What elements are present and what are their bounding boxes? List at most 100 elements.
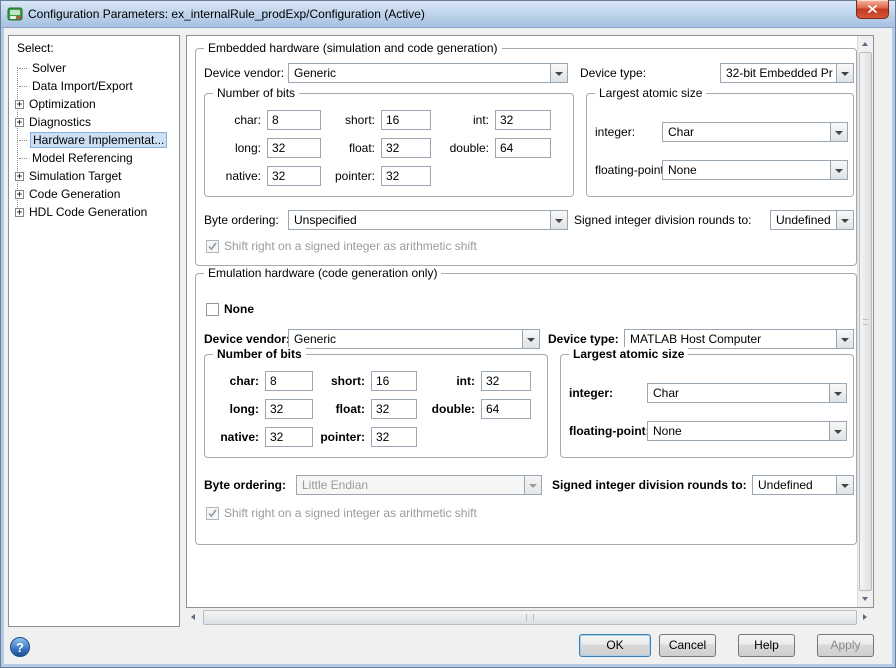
embedded-largest-atomic-title: Largest atomic size <box>595 86 707 100</box>
embedded-floating-point-atomic-label: floating-point: <box>595 163 668 177</box>
chevron-down-icon <box>550 64 567 82</box>
embedded-native-bits-input[interactable] <box>267 166 321 186</box>
embedded-floating-point-atomic-value: None <box>668 163 697 177</box>
embedded-signed-division-value: Undefined <box>776 213 831 227</box>
context-help-button[interactable]: ? <box>10 637 30 657</box>
emulation-byte-ordering-select: Little Endian <box>296 475 542 495</box>
int-bits-label: int: <box>456 374 475 388</box>
scroll-up-button[interactable] <box>858 36 873 52</box>
emulation-device-vendor-select[interactable]: Generic <box>288 329 540 349</box>
pointer-bits-label: pointer: <box>334 169 375 183</box>
close-button[interactable] <box>856 0 889 19</box>
embedded-long-bits-input[interactable] <box>267 138 321 158</box>
emulation-hardware-group-title: Emulation hardware (code generation only… <box>204 266 442 280</box>
embedded-signed-division-select[interactable]: Undefined <box>770 210 854 230</box>
select-tree-panel: Select: Solver Data Import/Export Optimi… <box>8 35 180 627</box>
emulation-int-bits-input[interactable] <box>481 371 531 391</box>
scroll-left-button[interactable] <box>186 610 203 625</box>
emulation-none-checkbox[interactable]: None <box>206 302 254 316</box>
sidebar-item-model-referencing[interactable]: Model Referencing <box>11 149 179 167</box>
cancel-button[interactable]: Cancel <box>659 634 716 657</box>
emulation-signed-division-select[interactable]: Undefined <box>752 475 854 495</box>
embedded-pointer-bits-input[interactable] <box>381 166 431 186</box>
sidebar-item-hdl-code-generation[interactable]: HDL Code Generation <box>11 203 179 221</box>
vertical-scrollbar[interactable] <box>857 36 873 607</box>
sidebar-item-diagnostics[interactable]: Diagnostics <box>11 113 179 131</box>
emulation-float-bits-input[interactable] <box>371 399 417 419</box>
embedded-shift-right-label: Shift right on a signed integer as arith… <box>224 239 477 253</box>
emulation-char-bits-input[interactable] <box>265 371 313 391</box>
emulation-shift-right-label: Shift right on a signed integer as arith… <box>224 506 477 520</box>
short-bits-label: short: <box>331 374 365 388</box>
embedded-device-type-select[interactable]: 32-bit Embedded Pr <box>720 63 854 83</box>
emulation-device-vendor-value: Generic <box>294 332 337 346</box>
expand-plus-icon[interactable] <box>15 171 24 182</box>
float-bits-label: float: <box>348 141 375 155</box>
char-bits-label: char: <box>234 113 261 127</box>
emulation-largest-atomic-group: Largest atomic size integer: Char floati… <box>560 347 854 458</box>
sidebar-item-label: Simulation Target <box>29 169 122 183</box>
expand-plus-icon[interactable] <box>15 99 24 110</box>
emulation-short-bits-input[interactable] <box>371 371 417 391</box>
embedded-number-of-bits-title: Number of bits <box>213 86 300 100</box>
sidebar-item-label: Hardware Implementat... <box>30 132 168 148</box>
scroll-down-button[interactable] <box>858 591 873 607</box>
apply-button: Apply <box>817 634 874 657</box>
emulation-signed-division-label: Signed integer division rounds to: <box>552 478 747 492</box>
native-bits-label: native: <box>220 430 259 444</box>
embedded-byte-ordering-select[interactable]: Unspecified <box>288 210 568 230</box>
sidebar-item-simulation-target[interactable]: Simulation Target <box>11 167 179 185</box>
chevron-down-icon <box>830 161 847 179</box>
emulation-byte-ordering-value: Little Endian <box>302 478 369 492</box>
embedded-short-bits-input[interactable] <box>381 110 431 130</box>
emulation-integer-atomic-value: Char <box>653 386 680 400</box>
tree-branch-icon <box>19 67 27 69</box>
scroll-right-button[interactable] <box>857 610 874 625</box>
select-label: Select: <box>17 41 54 55</box>
ok-button[interactable]: OK <box>579 634 651 657</box>
vertical-scrollbar-thumb[interactable] <box>859 52 872 591</box>
arrow-up-icon <box>862 42 868 46</box>
emulation-integer-atomic-select[interactable]: Char <box>647 383 847 403</box>
emulation-floating-point-atomic-select[interactable]: None <box>647 421 847 441</box>
embedded-double-bits-input[interactable] <box>495 138 551 158</box>
sidebar-item-code-generation[interactable]: Code Generation <box>11 185 179 203</box>
emulation-long-bits-input[interactable] <box>265 399 313 419</box>
chevron-down-icon <box>522 330 539 348</box>
sidebar-item-label: Solver <box>32 61 67 75</box>
horizontal-scrollbar-thumb[interactable] <box>203 610 857 625</box>
expand-plus-icon[interactable] <box>15 117 24 128</box>
emulation-native-bits-input[interactable] <box>265 427 313 447</box>
emulation-pointer-bits-input[interactable] <box>371 427 417 447</box>
embedded-signed-division-label: Signed integer division rounds to: <box>574 213 752 227</box>
chevron-down-icon <box>829 384 846 402</box>
int-bits-label: int: <box>472 113 489 127</box>
expand-plus-icon[interactable] <box>15 189 24 200</box>
horizontal-scrollbar[interactable] <box>186 609 874 626</box>
chevron-down-icon <box>836 211 853 229</box>
chevron-down-icon <box>836 64 853 82</box>
window-title: Configuration Parameters: ex_internalRul… <box>28 7 425 21</box>
emulation-device-vendor-label: Device vendor: <box>204 332 291 346</box>
embedded-floating-point-atomic-select[interactable]: None <box>662 160 848 180</box>
arrow-right-icon <box>863 614 867 620</box>
embedded-float-bits-input[interactable] <box>381 138 431 158</box>
sidebar-item-optimization[interactable]: Optimization <box>11 95 179 113</box>
help-button[interactable]: Help <box>738 634 795 657</box>
emulation-device-type-select[interactable]: MATLAB Host Computer <box>624 329 854 349</box>
expand-plus-icon[interactable] <box>15 207 24 218</box>
embedded-device-vendor-select[interactable]: Generic <box>288 63 568 83</box>
sidebar-item-hardware-implementation[interactable]: Hardware Implementat... <box>11 131 179 149</box>
emulation-byte-ordering-label: Byte ordering: <box>204 478 287 492</box>
embedded-int-bits-input[interactable] <box>495 110 551 130</box>
sidebar-item-data-import-export[interactable]: Data Import/Export <box>11 77 179 95</box>
titlebar[interactable]: Configuration Parameters: ex_internalRul… <box>1 1 895 28</box>
emulation-double-bits-input[interactable] <box>481 399 531 419</box>
embedded-integer-atomic-select[interactable]: Char <box>662 122 848 142</box>
sidebar-item-solver[interactable]: Solver <box>11 59 179 77</box>
embedded-shift-right-checkbox: Shift right on a signed integer as arith… <box>206 239 477 253</box>
embedded-char-bits-input[interactable] <box>267 110 321 130</box>
tree-branch-icon <box>19 85 27 87</box>
embedded-device-vendor-value: Generic <box>294 66 337 80</box>
emulation-largest-atomic-title: Largest atomic size <box>569 347 689 361</box>
